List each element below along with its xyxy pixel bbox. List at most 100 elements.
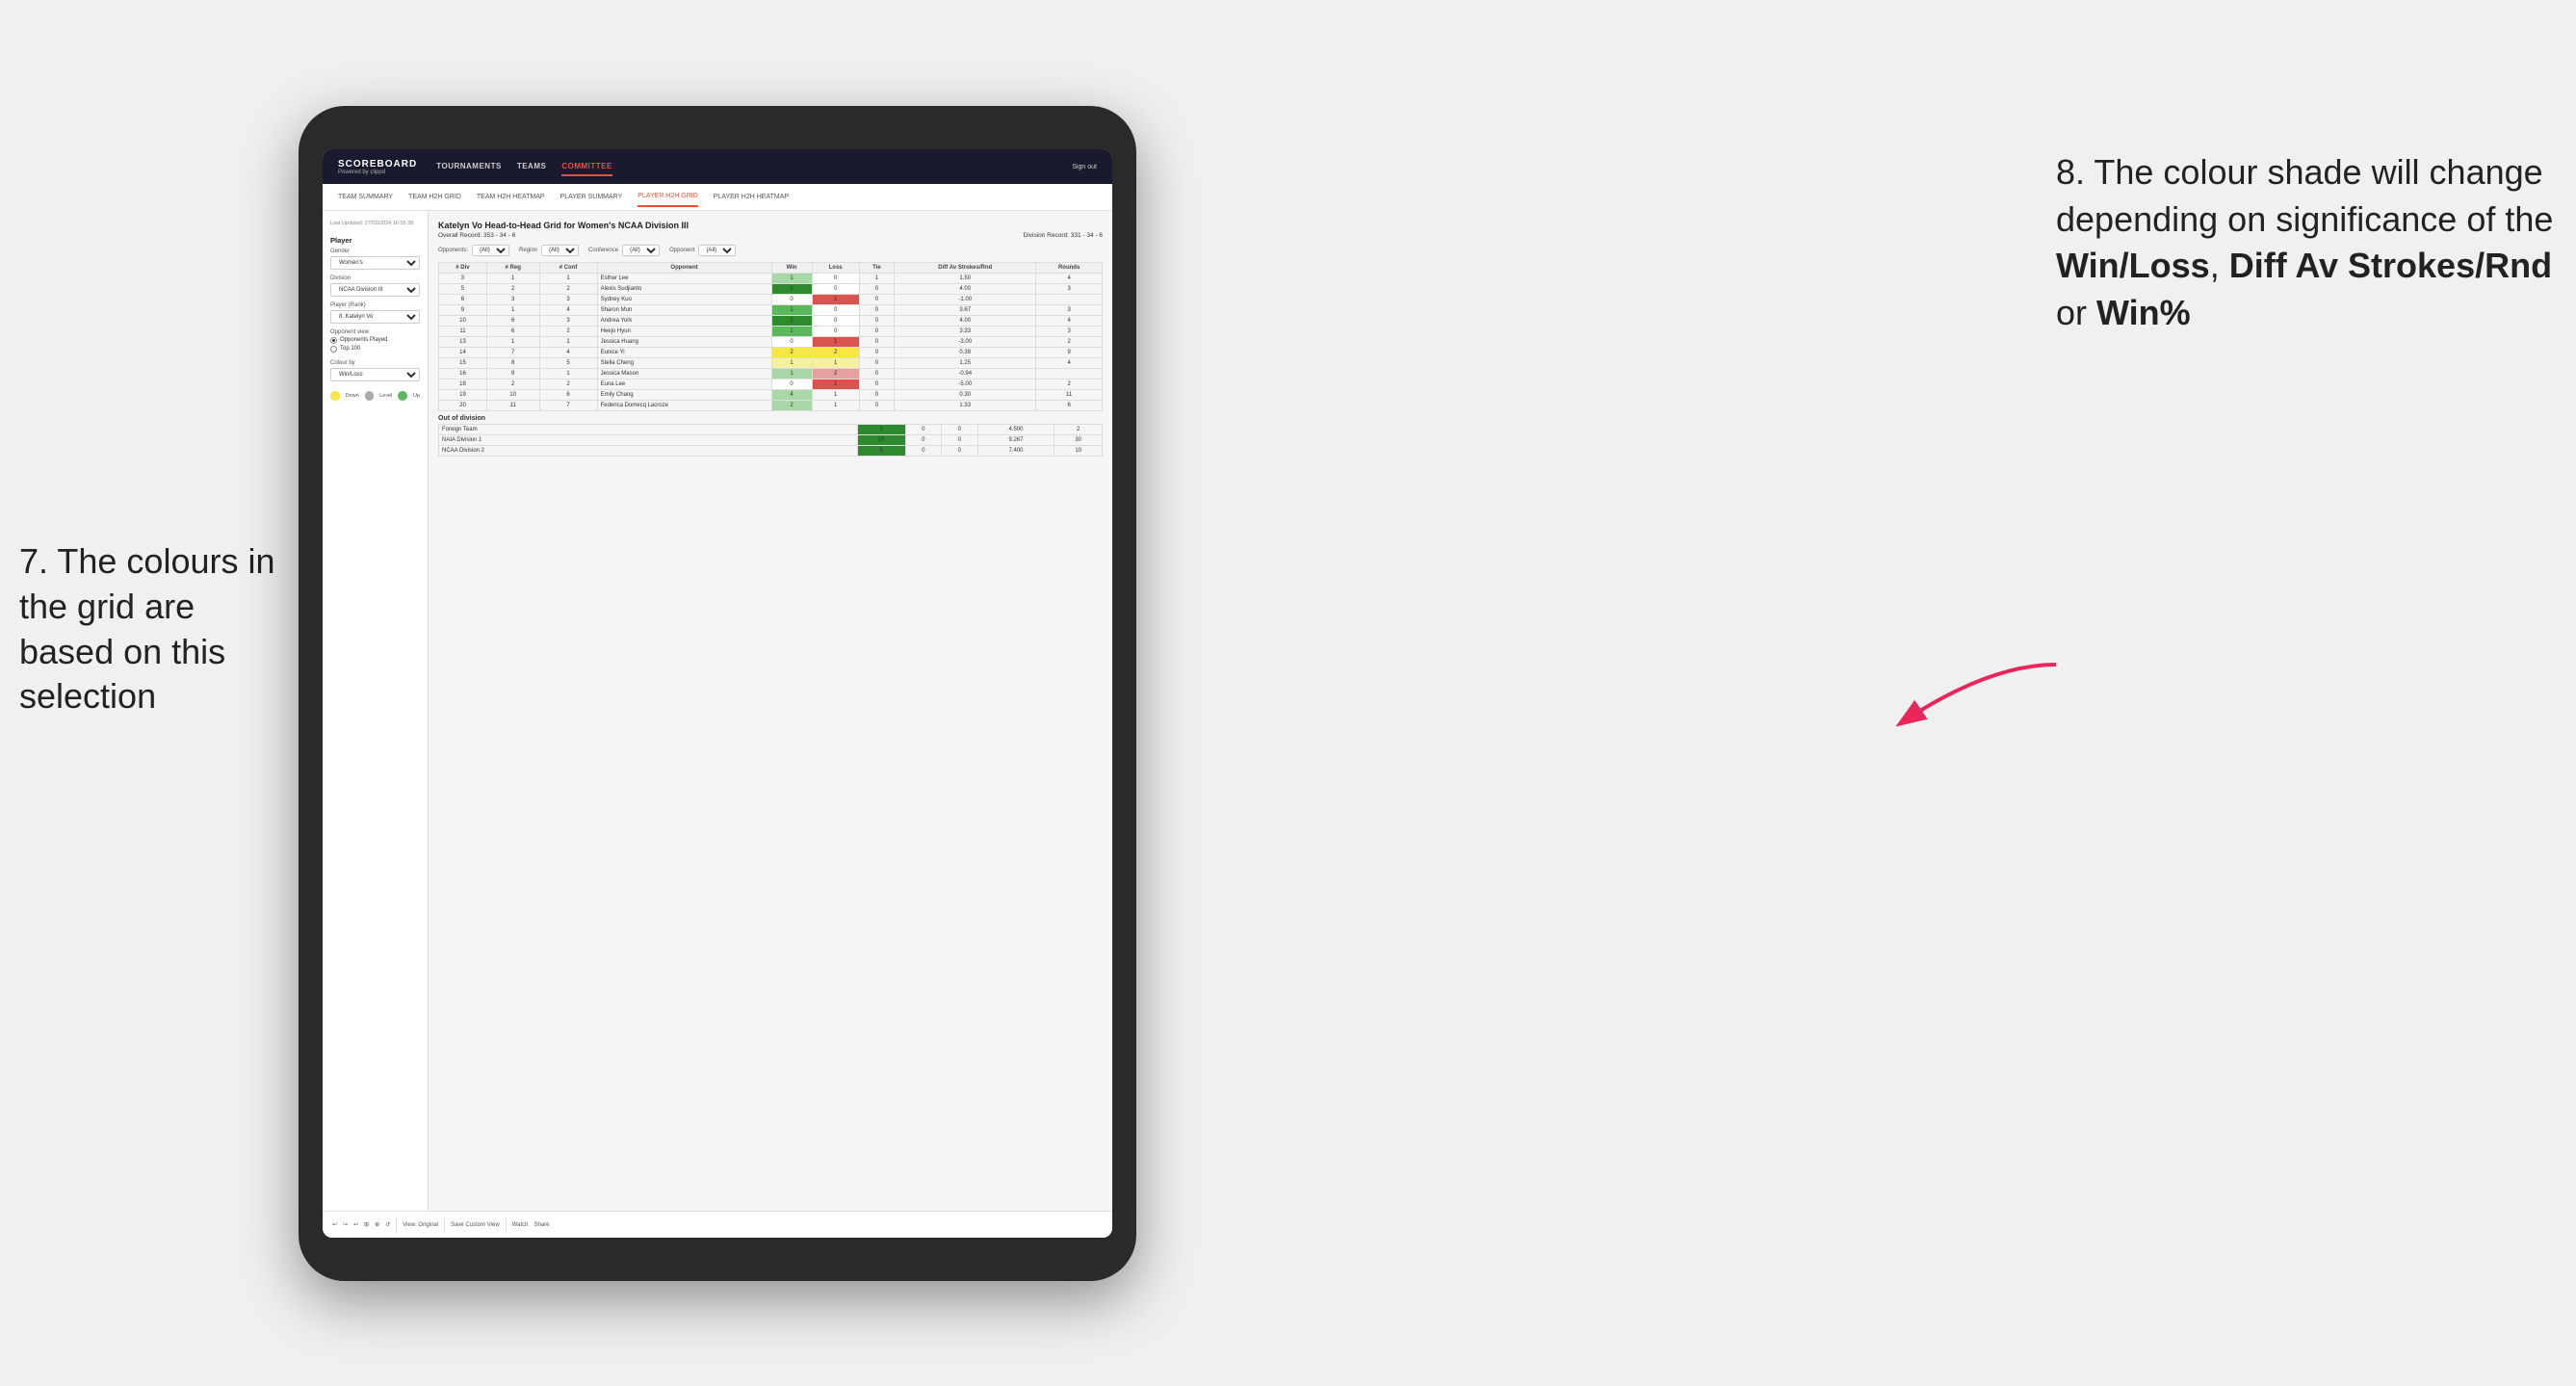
toolbar-share[interactable]: Share xyxy=(533,1222,549,1228)
division-record: Division Record: 331 - 34 - 6 xyxy=(1024,232,1103,239)
toolbar-copy[interactable]: ⊞ xyxy=(364,1221,369,1228)
powered-by-text: Powered by clippd xyxy=(338,170,417,175)
toolbar-extra[interactable]: ⊕ xyxy=(375,1221,379,1228)
td-conf: 1 xyxy=(539,337,597,348)
td-div: 15 xyxy=(439,358,487,369)
sub-nav-team-summary[interactable]: TEAM SUMMARY xyxy=(338,188,393,206)
legend-label-up: Up xyxy=(413,393,420,399)
td-loss: 1 xyxy=(812,390,859,401)
sub-nav-team-h2h-heatmap[interactable]: TEAM H2H HEATMAP xyxy=(477,188,545,206)
td-div: 9 xyxy=(439,305,487,316)
sidebar-gender-label: Gender xyxy=(330,248,420,254)
td-conf: 1 xyxy=(539,369,597,379)
td-win: 0 xyxy=(771,379,812,390)
annotation-left: 7. The colours in the grid are based on … xyxy=(19,539,289,719)
sub-nav-player-h2h-heatmap[interactable]: PLAYER H2H HEATMAP xyxy=(714,188,789,206)
td-diff: 1.50 xyxy=(895,274,1036,284)
ood-table-row: Foreign Team 1 0 0 4.500 2 xyxy=(439,425,1103,435)
td-win: 1 xyxy=(771,369,812,379)
td-tie: 0 xyxy=(859,316,894,327)
filter-conference: Conference (All) xyxy=(588,245,660,256)
th-tie: Tie xyxy=(859,263,894,274)
td-div: 19 xyxy=(439,390,487,401)
td-reg: 9 xyxy=(486,369,539,379)
sidebar-radio-top100[interactable]: Top 100 xyxy=(330,346,420,353)
table-row: 3 1 1 Esther Lee 1 0 1 1.50 4 xyxy=(439,274,1103,284)
toolbar-view-original[interactable]: View: Original xyxy=(403,1222,438,1228)
td-tie: 0 xyxy=(859,358,894,369)
filter-region-label: Region xyxy=(519,248,537,253)
toolbar-undo[interactable]: ↩ xyxy=(332,1221,337,1228)
th-loss: Loss xyxy=(812,263,859,274)
td-diff: -1.00 xyxy=(895,295,1036,305)
td-name: Eunice Yi xyxy=(597,348,771,358)
nav-teams[interactable]: TEAMS xyxy=(517,158,547,176)
toolbar-save-custom[interactable]: Save Custom View xyxy=(451,1222,500,1228)
td-loss: 1 xyxy=(812,379,859,390)
radio-dot-top100 xyxy=(330,346,337,353)
td-div: 14 xyxy=(439,348,487,358)
nav-sign-out[interactable]: Sign out xyxy=(1072,164,1097,170)
filter-opponent-select[interactable]: (All) xyxy=(698,245,736,256)
toolbar-refresh[interactable]: ↺ xyxy=(385,1221,390,1228)
td-loss: 0 xyxy=(812,305,859,316)
annotation-text-right: The colour shade will change depending o… xyxy=(2056,152,2553,332)
td-conf: 2 xyxy=(539,284,597,295)
toolbar-redo[interactable]: ↪ xyxy=(343,1221,348,1228)
table-row: 10 6 3 Andrea York 2 0 0 4.00 4 xyxy=(439,316,1103,327)
td-div: 13 xyxy=(439,337,487,348)
toolbar-watch[interactable]: Watch xyxy=(512,1222,529,1228)
td-reg: 6 xyxy=(486,327,539,337)
sub-nav-player-summary[interactable]: PLAYER SUMMARY xyxy=(560,188,623,206)
filter-conference-select[interactable]: (All) xyxy=(622,245,660,256)
table-row: 6 3 3 Sydney Kuo 0 1 0 -1.00 xyxy=(439,295,1103,305)
nav-committee[interactable]: COMMITTEE xyxy=(561,158,612,176)
td-div: 16 xyxy=(439,369,487,379)
colour-legend: Down Level Up xyxy=(330,391,420,401)
radio-dot-opponents xyxy=(330,337,337,344)
toolbar-divider-1 xyxy=(396,1218,397,1232)
td-conf: 6 xyxy=(539,390,597,401)
td-rounds: 2 xyxy=(1036,337,1103,348)
filter-region-select[interactable]: (All) xyxy=(541,245,579,256)
td-win: 2 xyxy=(771,316,812,327)
td-loss: 1 xyxy=(812,337,859,348)
sub-nav-player-h2h-grid[interactable]: PLAYER H2H GRID xyxy=(637,187,698,207)
sidebar-division-label: Division xyxy=(330,275,420,281)
nav-tournaments[interactable]: TOURNAMENTS xyxy=(436,158,502,176)
td-rounds: 4 xyxy=(1036,316,1103,327)
td-loss: 1 xyxy=(812,401,859,411)
ood-td-loss: 0 xyxy=(905,435,941,446)
td-win: 2 xyxy=(771,348,812,358)
out-of-division-label: Out of division xyxy=(438,411,1103,424)
td-tie: 0 xyxy=(859,401,894,411)
table-row: 16 9 1 Jessica Mason 1 2 0 -0.94 xyxy=(439,369,1103,379)
sidebar-division-select[interactable]: NCAA Division III xyxy=(330,283,420,297)
sidebar-colour-by-select[interactable]: Win/Loss Diff Av Strokes/Rnd Win% xyxy=(330,368,420,381)
td-reg: 11 xyxy=(486,401,539,411)
filter-opponents-select[interactable]: (All) xyxy=(472,245,509,256)
td-reg: 3 xyxy=(486,295,539,305)
grid-area: Katelyn Vo Head-to-Head Grid for Women's… xyxy=(429,211,1112,1211)
td-rounds xyxy=(1036,295,1103,305)
sidebar-player-rank-select[interactable]: 8. Katelyn Vo xyxy=(330,310,420,324)
sidebar-radio-opponents-played[interactable]: Opponents Played xyxy=(330,337,420,344)
table-row: 11 6 2 Heejo Hyun 1 0 0 3.33 3 xyxy=(439,327,1103,337)
td-name: Jessica Huang xyxy=(597,337,771,348)
sidebar-gender-select[interactable]: Women's xyxy=(330,256,420,270)
filter-region: Region (All) xyxy=(519,245,579,256)
sub-nav-team-h2h-grid[interactable]: TEAM H2H GRID xyxy=(408,188,461,206)
ood-td-win: 1 xyxy=(857,425,905,435)
top-nav: SCOREBOARD Powered by clippd TOURNAMENTS… xyxy=(323,149,1112,184)
td-loss: 0 xyxy=(812,274,859,284)
sidebar: Last Updated: 27/03/2024 16:55:38 Player… xyxy=(323,211,429,1211)
filter-opponents: Opponents: (All) xyxy=(438,245,509,256)
toolbar-forward[interactable]: ↩ xyxy=(353,1221,358,1228)
td-loss: 0 xyxy=(812,327,859,337)
td-loss: 2 xyxy=(812,348,859,358)
sidebar-last-updated: Last Updated: 27/03/2024 16:55:38 xyxy=(330,221,420,228)
td-rounds: 9 xyxy=(1036,348,1103,358)
td-diff: -0.94 xyxy=(895,369,1036,379)
td-diff: 1.33 xyxy=(895,401,1036,411)
td-name: Euna Lee xyxy=(597,379,771,390)
